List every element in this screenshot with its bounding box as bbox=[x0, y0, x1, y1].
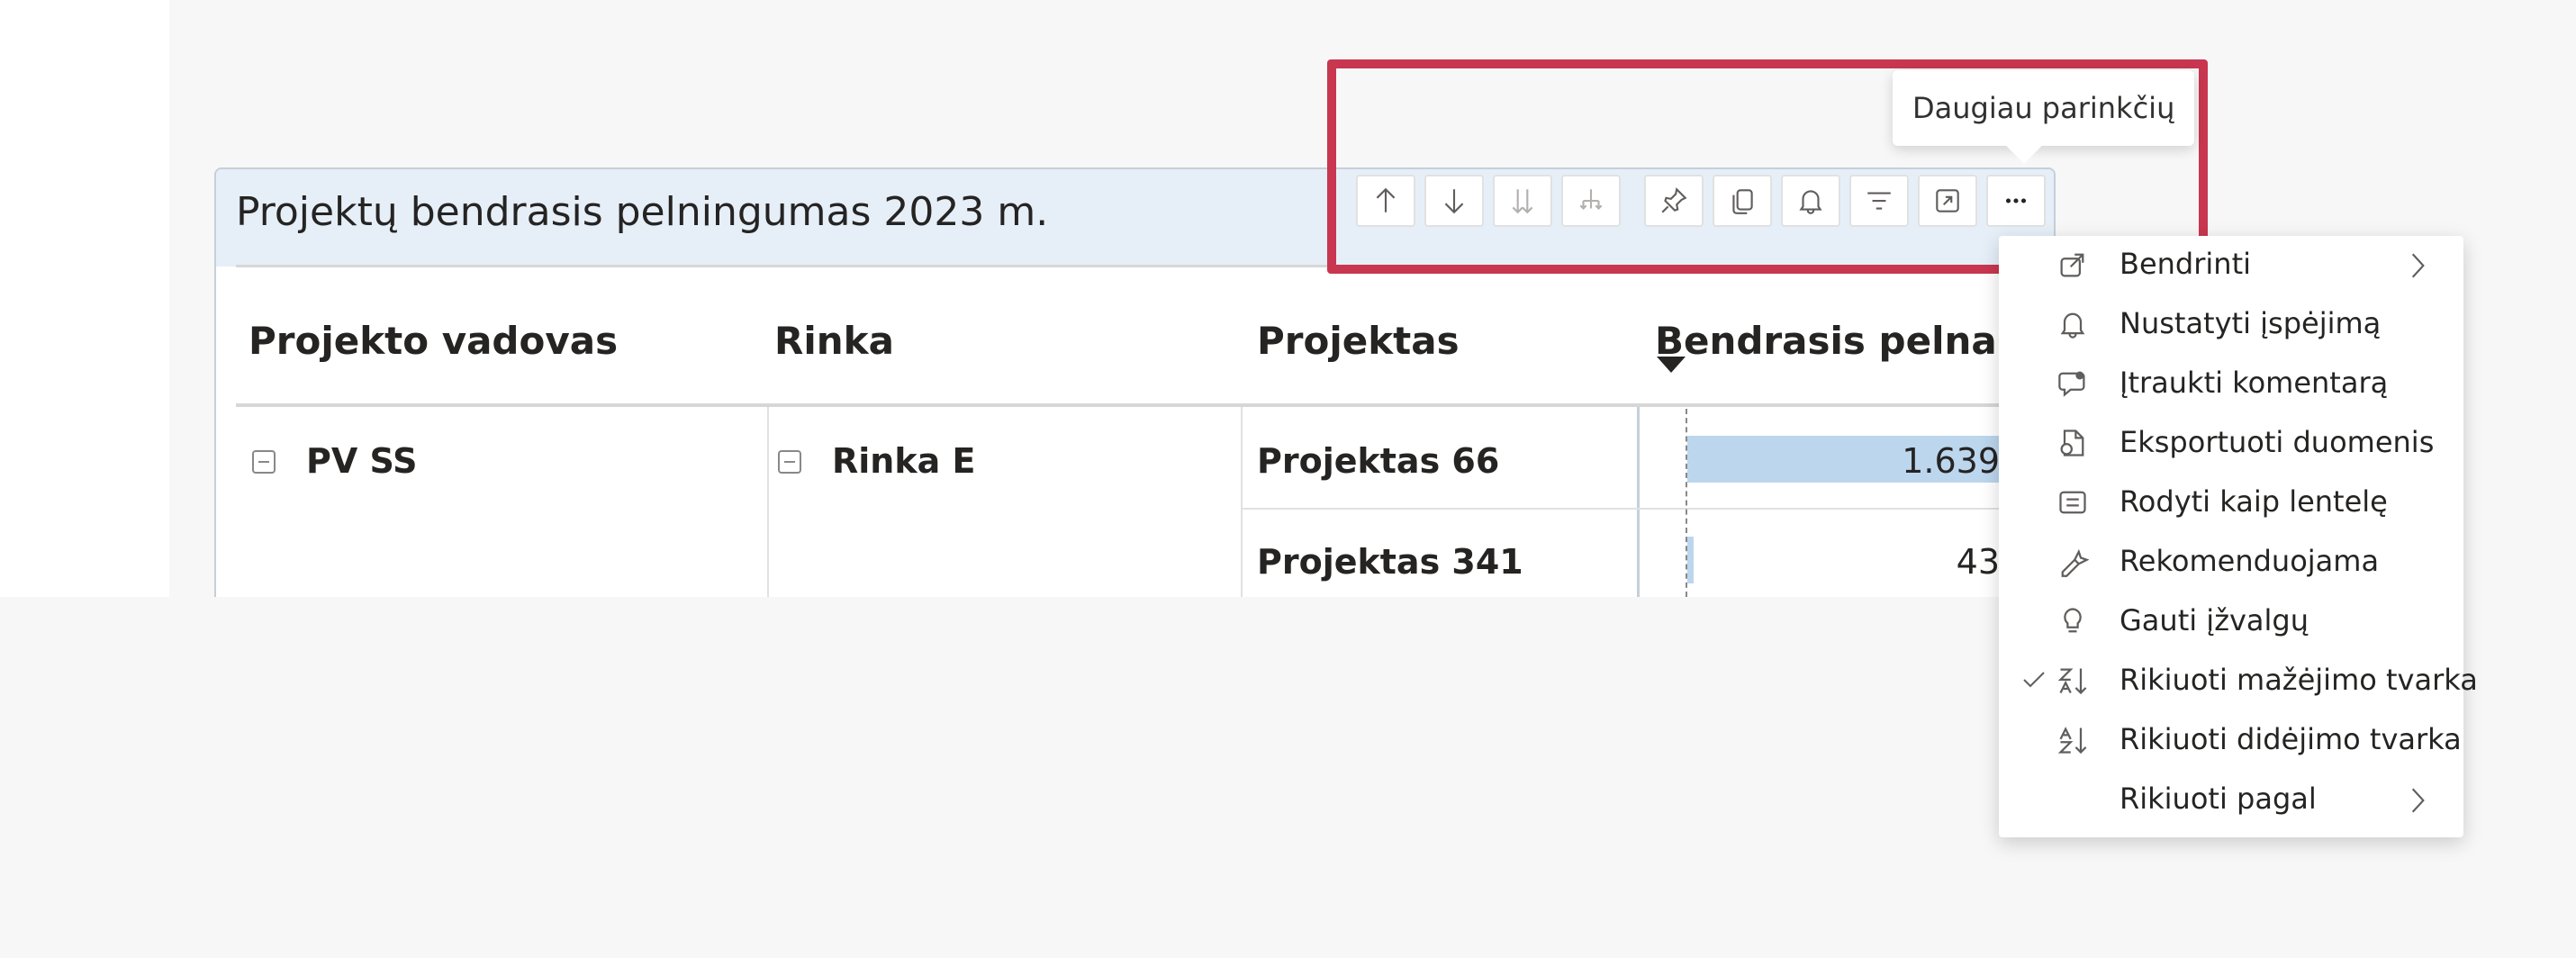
menu-item-set-alert[interactable]: Nustatyti įspėjimą bbox=[1999, 295, 2463, 355]
more-options-button[interactable] bbox=[1986, 175, 2046, 227]
focus-mode-icon bbox=[1936, 189, 1959, 212]
column-divider bbox=[1637, 407, 1640, 597]
profit-bar bbox=[1687, 537, 1694, 583]
column-divider bbox=[1241, 407, 1243, 597]
column-divider bbox=[767, 407, 769, 597]
drill-down-button[interactable] bbox=[1424, 175, 1484, 227]
copy-visual-button[interactable] bbox=[1713, 175, 1772, 227]
copy-icon bbox=[1732, 189, 1753, 214]
pin-icon bbox=[1661, 187, 1687, 213]
table-visual[interactable]: Projektų bendrasis pelningumas 2023 m. P… bbox=[214, 167, 2056, 597]
header-bottom-rule bbox=[236, 403, 2056, 407]
row-manager: PV SS bbox=[306, 441, 418, 481]
row-profit: 43 bbox=[1956, 542, 2000, 582]
menu-item-label: Rodyti kaip lentelę bbox=[2120, 484, 2388, 519]
more-options-menu: Bendrinti Nustatyti įspėjimą Įtraukti ko… bbox=[1999, 236, 2478, 837]
filter-button[interactable] bbox=[1849, 175, 1909, 227]
visual-title: Projektų bendrasis pelningumas 2023 m. bbox=[236, 189, 1049, 235]
bell-icon bbox=[1799, 190, 1822, 214]
report-canvas: Projektų bendrasis pelningumas 2023 m. P… bbox=[0, 0, 2576, 958]
bell-icon bbox=[2056, 308, 2089, 340]
filter-icon bbox=[1867, 192, 1891, 210]
matrix-table: Projekto vadovas Rinka Projektas Bendras… bbox=[216, 267, 2054, 597]
menu-item-label: Rikiuoti didėjimo tvarka bbox=[2120, 722, 2462, 756]
sort-descending-icon bbox=[2056, 664, 2089, 697]
row-market: Rinka E bbox=[832, 441, 976, 481]
menu-item-share[interactable]: Bendrinti bbox=[1999, 236, 2463, 295]
column-header-profit[interactable]: Bendrasis pelnas bbox=[1655, 319, 2020, 363]
expand-all-button[interactable] bbox=[1493, 175, 1552, 227]
comment-icon bbox=[2056, 367, 2089, 400]
menu-item-sort-by[interactable]: Rikiuoti pagal bbox=[1999, 771, 2463, 830]
hierarchy-icon bbox=[1579, 189, 1603, 211]
arrow-up-icon bbox=[1376, 187, 1396, 212]
row-project: Projektas 341 bbox=[1257, 542, 1523, 582]
menu-item-add-comment[interactable]: Įtraukti komentarą bbox=[1999, 355, 2463, 414]
menu-item-sort-ascending[interactable]: Rikiuoti didėjimo tvarka bbox=[1999, 711, 2463, 771]
chevron-right-icon bbox=[2411, 253, 2425, 278]
table-view-icon bbox=[2056, 486, 2089, 519]
more-options-tooltip: Daugiau parinkčių bbox=[1893, 70, 2195, 146]
set-alert-button[interactable] bbox=[1781, 175, 1840, 227]
pin-visual-button[interactable] bbox=[1644, 175, 1704, 227]
menu-item-label: Gauti įžvalgų bbox=[2120, 603, 2309, 637]
checkmark-icon bbox=[2023, 672, 2045, 688]
menu-item-label: Nustatyti įspėjimą bbox=[2120, 306, 2382, 340]
sort-descending-indicator bbox=[1657, 357, 1686, 373]
menu-item-label: Rikiuoti mažėjimo tvarka bbox=[2120, 663, 2478, 697]
sort-ascending-icon bbox=[2056, 724, 2089, 756]
collapse-market-icon[interactable] bbox=[778, 450, 801, 474]
focus-mode-button[interactable] bbox=[1918, 175, 1977, 227]
arrow-down-icon bbox=[1444, 189, 1464, 214]
menu-item-label: Rekomenduojama bbox=[2120, 544, 2380, 578]
left-gutter bbox=[0, 0, 169, 597]
column-header-manager[interactable]: Projekto vadovas bbox=[249, 319, 618, 363]
menu-item-label: Įtraukti komentarą bbox=[2120, 366, 2389, 400]
more-options-icon bbox=[2005, 198, 2027, 203]
row-divider bbox=[1241, 508, 2056, 510]
chevron-right-icon bbox=[2411, 788, 2425, 813]
visual-header: Projektų bendrasis pelningumas 2023 m. bbox=[216, 169, 2054, 267]
menu-item-label: Bendrinti bbox=[2120, 247, 2251, 281]
sparkle-icon bbox=[2056, 546, 2090, 578]
row-project: Projektas 66 bbox=[1257, 441, 1500, 481]
menu-item-recommended[interactable]: Rekomenduojama bbox=[1999, 533, 2463, 592]
menu-item-show-as-table[interactable]: Rodyti kaip lentelę bbox=[1999, 474, 2463, 533]
expand-next-level-button[interactable] bbox=[1561, 175, 1621, 227]
menu-item-export-data[interactable]: Eksportuoti duomenis bbox=[1999, 414, 2463, 474]
row-profit: 1.639 bbox=[1902, 441, 2000, 481]
menu-item-get-insights[interactable]: Gauti įžvalgų bbox=[1999, 592, 2463, 652]
share-icon bbox=[2056, 249, 2089, 281]
expand-all-down-icon bbox=[1512, 189, 1533, 214]
menu-item-label: Eksportuoti duomenis bbox=[2120, 425, 2435, 459]
menu-item-label: Rikiuoti pagal bbox=[2120, 782, 2317, 816]
menu-item-sort-descending[interactable]: Rikiuoti mažėjimo tvarka bbox=[1999, 652, 2478, 711]
drill-up-button[interactable] bbox=[1356, 175, 1415, 227]
column-header-market[interactable]: Rinka bbox=[774, 319, 894, 363]
export-icon bbox=[2056, 427, 2089, 459]
header-top-rule bbox=[236, 265, 2056, 267]
collapse-manager-icon[interactable] bbox=[252, 450, 276, 474]
lightbulb-icon bbox=[2056, 605, 2089, 637]
column-header-project[interactable]: Projektas bbox=[1257, 319, 1460, 363]
